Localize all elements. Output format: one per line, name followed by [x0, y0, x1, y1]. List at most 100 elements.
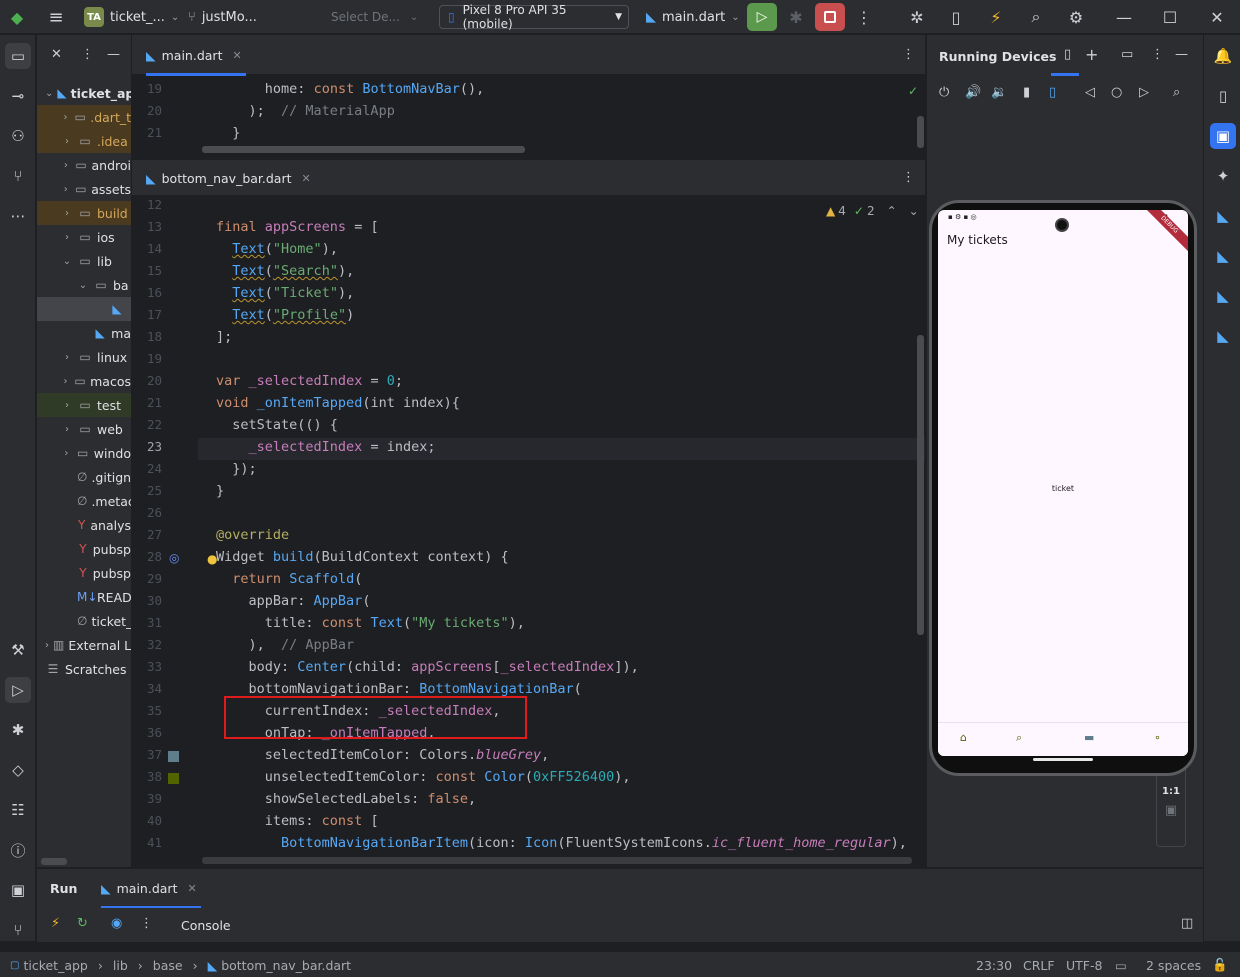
chevron-up-icon[interactable]: ⌃: [887, 204, 897, 218]
volume-down-icon[interactable]: 🔉: [991, 85, 1007, 100]
lock-icon[interactable]: 🔓: [1212, 952, 1228, 977]
chevron-right-icon[interactable]: ›: [61, 136, 73, 147]
code-line[interactable]: title: const Text("My tickets"),: [216, 615, 525, 631]
tree-item[interactable]: › ▭ test: [37, 393, 131, 417]
project-selector[interactable]: TA ticket_... ⌄: [84, 0, 179, 34]
zoom-actual-size[interactable]: 1:1: [1157, 786, 1185, 797]
gem-icon[interactable]: ◇: [5, 757, 31, 783]
overview-icon[interactable]: ▷: [1139, 85, 1149, 100]
tree-item[interactable]: › ▭ androi: [37, 153, 131, 177]
tree-item[interactable]: › ▭ build: [37, 201, 131, 225]
chevron-down-icon[interactable]: ⌄: [77, 280, 89, 291]
terminal-icon[interactable]: ▣: [5, 877, 31, 903]
horizontal-scrollbar[interactable]: [202, 146, 525, 153]
build-variants-icon[interactable]: ⚒: [5, 637, 31, 663]
tree-item[interactable]: › ▭ web: [37, 417, 131, 441]
running-devices-icon[interactable]: ▣: [1210, 123, 1236, 149]
chevron-down-icon[interactable]: ⌄: [61, 256, 73, 267]
close-tab-icon[interactable]: ✕: [302, 172, 311, 185]
notifications-icon[interactable]: 🔔: [1210, 43, 1236, 69]
code-line[interactable]: appBar: AppBar(: [216, 593, 371, 609]
pull-requests-icon[interactable]: ⑂: [5, 163, 31, 189]
tab-main-dart[interactable]: ◣ main.dart ✕: [146, 35, 246, 76]
code-line[interactable]: });: [216, 461, 256, 477]
zoom-fit-icon[interactable]: ▣: [1157, 803, 1185, 818]
tree-item[interactable]: › ▭ linux: [37, 345, 131, 369]
chevron-right-icon[interactable]: ›: [61, 400, 73, 411]
hide-panel-icon[interactable]: —: [1175, 47, 1188, 62]
ticket-icon[interactable]: ▬: [1084, 731, 1094, 744]
version-control-icon[interactable]: ⑂: [5, 917, 31, 943]
tree-item[interactable]: › ▭ .idea: [37, 129, 131, 153]
indent-setting[interactable]: 2 spaces: [1146, 952, 1201, 977]
hot-restart-icon[interactable]: ↻: [77, 916, 88, 931]
tree-item[interactable]: Yanalys: [37, 513, 131, 537]
tree-item[interactable]: ☰ Scratches: [37, 657, 131, 681]
code-line[interactable]: @override: [216, 527, 289, 543]
code-line[interactable]: Text("Ticket"),: [216, 285, 354, 301]
device-manager-icon[interactable]: ▯: [1210, 83, 1236, 109]
gesture-handle[interactable]: [1033, 758, 1093, 761]
search-icon[interactable]: ⌕: [1025, 6, 1047, 28]
tree-item[interactable]: › ▭ assets: [37, 177, 131, 201]
inspection-widget[interactable]: ▲ 4 ✓ 2 ⌃ ⌄: [826, 204, 919, 218]
chevron-right-icon[interactable]: ›: [61, 232, 73, 243]
options-icon[interactable]: ⋮: [81, 47, 94, 62]
run-config-dropdown[interactable]: ◣ main.dart ⌄: [646, 0, 740, 34]
rotate-left-icon[interactable]: ▮: [1023, 85, 1030, 100]
color-swatch-bluegrey[interactable]: [168, 751, 179, 762]
device-manager-icon[interactable]: ▯: [945, 6, 967, 28]
color-swatch-olive[interactable]: [168, 773, 179, 784]
editor-top[interactable]: 19 home: const BottomNavBar(), 20 ); // M…: [132, 76, 925, 154]
gemini-icon[interactable]: ✦: [1210, 163, 1236, 189]
screenshot-icon[interactable]: ⌕: [1173, 85, 1180, 100]
run-tab[interactable]: Run: [50, 881, 77, 896]
more-tools-icon[interactable]: ⋯: [5, 203, 31, 229]
file-encoding[interactable]: UTF-8: [1066, 952, 1102, 977]
code-line[interactable]: return Scaffold(: [216, 571, 362, 587]
tree-item[interactable]: › ▭ ios: [37, 225, 131, 249]
vertical-scrollbar[interactable]: [917, 116, 924, 148]
code-line[interactable]: setState(() {: [216, 417, 338, 433]
chevron-right-icon[interactable]: ›: [61, 208, 73, 219]
branch-selector[interactable]: ⑂ justMo...: [188, 0, 257, 34]
layout-icon[interactable]: ◫: [1181, 916, 1193, 931]
override-gutter-icon[interactable]: ◎: [169, 551, 179, 565]
close-tab-icon[interactable]: ✕: [187, 882, 196, 895]
chevron-right-icon[interactable]: ›: [45, 640, 49, 651]
profile-icon[interactable]: ∘: [1154, 731, 1161, 744]
hide-panel-icon[interactable]: —: [107, 47, 120, 62]
tree-item[interactable]: ◣ ma: [37, 321, 131, 345]
settings-icon[interactable]: ⚙: [1065, 6, 1087, 28]
tree-item[interactable]: ∅ ticket_: [37, 609, 131, 633]
run-button[interactable]: ▷: [747, 3, 777, 31]
devtools-icon[interactable]: ◉: [111, 916, 122, 931]
close-icon[interactable]: ✕: [1206, 6, 1228, 28]
rotate-right-icon[interactable]: ▯: [1049, 85, 1056, 100]
vertical-scrollbar[interactable]: [917, 335, 924, 635]
caret-position[interactable]: 23:30: [976, 952, 1012, 977]
tab-options-icon[interactable]: ⋮: [902, 47, 915, 62]
tree-item[interactable]: › ▥ External L: [37, 633, 131, 657]
console-tab[interactable]: Console: [181, 918, 231, 933]
maximize-icon[interactable]: ☐: [1159, 6, 1181, 28]
home-icon[interactable]: ⌂: [960, 731, 967, 744]
tree-item[interactable]: ∅ .metac: [37, 489, 131, 513]
chevron-right-icon[interactable]: ›: [61, 376, 70, 387]
logcat-icon[interactable]: ☷: [5, 797, 31, 823]
code-line[interactable]: BottomNavigationBarItem(icon: Icon(Fluen…: [216, 835, 907, 851]
home-icon[interactable]: ○: [1111, 85, 1122, 100]
debug-icon[interactable]: ✱: [785, 6, 807, 28]
problems-icon[interactable]: ⓘ: [5, 837, 31, 863]
add-device-icon[interactable]: +: [1085, 45, 1098, 64]
more-actions-icon[interactable]: ⋮: [853, 6, 875, 28]
horizontal-scrollbar[interactable]: [41, 858, 67, 865]
chevron-down-icon[interactable]: ⌄: [909, 204, 919, 218]
tree-item[interactable]: Ypubsp: [37, 561, 131, 585]
tree-item[interactable]: Ypubsp: [37, 537, 131, 561]
code-line[interactable]: void _onItemTapped(int index){: [216, 395, 460, 411]
code-line[interactable]: Widget build(BuildContext context) {: [216, 549, 509, 565]
breadcrumb-item[interactable]: lib: [113, 958, 128, 973]
intention-bulb-icon[interactable]: ●: [207, 552, 217, 566]
device-screen[interactable]: ▪ ⚙ ▪ ◎ ▾▮ DEBUG My tickets ticket ⌂ ⌕ ▬…: [938, 210, 1188, 756]
